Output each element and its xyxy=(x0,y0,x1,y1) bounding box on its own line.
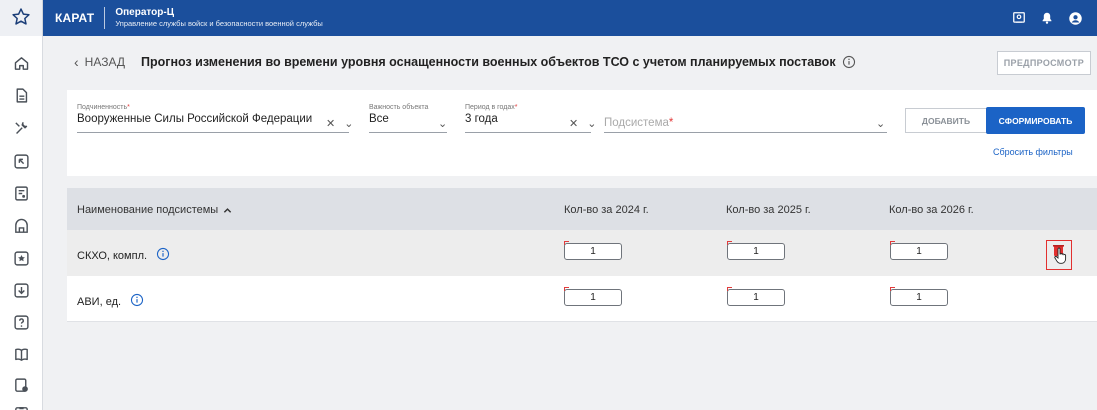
top-bar: КАРАТ Оператор-Ц Управление службы войск… xyxy=(0,0,1097,36)
back-label: НАЗАД xyxy=(84,55,125,69)
generate-button[interactable]: СФОРМИРОВАТЬ xyxy=(986,107,1085,134)
clipboard-icon[interactable] xyxy=(12,404,30,410)
column-name-header[interactable]: Наименование подсистемы xyxy=(77,204,232,216)
quantity-2026-input[interactable]: 1 xyxy=(890,287,948,306)
period-value: 3 года xyxy=(465,113,498,125)
subordination-filter[interactable]: Подчиненность* Вооруженные Силы Российск… xyxy=(77,104,312,125)
left-navigation xyxy=(0,36,43,410)
period-underline xyxy=(465,132,591,133)
filter-panel: Подчиненность* Вооруженные Силы Российск… xyxy=(67,90,1097,176)
period-filter[interactable]: Период в годах* 3 года xyxy=(465,104,518,125)
delete-row-button[interactable] xyxy=(1046,240,1072,270)
star-icon xyxy=(11,7,31,30)
chevron-left-icon: ‹ xyxy=(74,54,79,70)
brand-divider xyxy=(104,7,106,29)
table-row[interactable]: АВИ, ед. 1 1 1 xyxy=(67,276,1097,322)
subsystem-underline xyxy=(604,132,887,133)
subsystem-input[interactable]: Подсистема* xyxy=(604,117,673,129)
preview-button[interactable]: ПРЕДПРОСМОТР xyxy=(996,51,1091,75)
clear-icon[interactable]: ✕ xyxy=(569,117,578,130)
subordination-underline xyxy=(77,132,349,133)
importance-filter[interactable]: Важность объекта Все xyxy=(369,104,428,125)
home-icon[interactable] xyxy=(12,54,30,72)
column-2025-header: Кол-во за 2025 г. xyxy=(726,204,811,216)
subordination-value: Вооруженные Силы Российской Федерации xyxy=(77,113,313,125)
delete-icon xyxy=(1053,245,1067,264)
page-header: ‹ НАЗАД Прогноз изменения во времени уро… xyxy=(44,36,1097,88)
row-name: АВИ, ед. xyxy=(77,295,122,308)
add-button[interactable]: ДОБАВИТЬ xyxy=(905,108,987,133)
subsystem-placeholder: Подсистема xyxy=(604,117,669,129)
chevron-down-icon[interactable]: ⌄ xyxy=(876,117,885,130)
clear-icon[interactable]: ✕ xyxy=(326,117,335,130)
row-name-cell: АВИ, ед. xyxy=(77,293,144,310)
row-name-cell: СКХО, компл. xyxy=(77,247,170,264)
column-2024-header: Кол-во за 2024 г. xyxy=(564,204,649,216)
book-icon[interactable] xyxy=(12,345,30,363)
chevron-down-icon[interactable]: ⌄ xyxy=(587,117,596,130)
download-box-icon[interactable] xyxy=(12,281,30,299)
subsystem-controls: ⌄ xyxy=(876,117,885,130)
app-name: Оператор-Ц xyxy=(115,7,175,18)
document-icon[interactable] xyxy=(12,86,30,104)
app-title: Оператор-Ц Управление службы войск и без… xyxy=(115,7,322,29)
quantity-2024-input[interactable]: 1 xyxy=(564,287,622,306)
help-box-icon[interactable] xyxy=(12,313,30,331)
quantity-2024-input[interactable]: 1 xyxy=(564,241,622,260)
chevron-down-icon[interactable]: ⌄ xyxy=(344,117,353,130)
brand-logo[interactable]: КАРАТ xyxy=(55,11,94,25)
chevron-down-icon[interactable]: ⌄ xyxy=(438,117,447,130)
reset-filters-link[interactable]: Сбросить фильтры xyxy=(993,147,1073,157)
table-row[interactable]: СКХО, компл. 1 1 1 xyxy=(67,230,1097,276)
screen-icon[interactable] xyxy=(1012,11,1026,25)
subordination-controls: ✕ ⌄ xyxy=(326,117,353,130)
quantity-2026-input[interactable]: 1 xyxy=(890,241,948,260)
back-button[interactable]: ‹ НАЗАД xyxy=(74,54,125,70)
user-circle-icon[interactable] xyxy=(1068,11,1083,26)
info-icon[interactable] xyxy=(130,293,144,310)
importance-controls: ⌄ xyxy=(438,117,447,130)
settings-doc-icon[interactable] xyxy=(12,376,30,394)
info-icon[interactable] xyxy=(156,247,170,264)
importance-value: Все xyxy=(369,113,389,125)
period-label: Период в годах* xyxy=(465,104,518,111)
page-title: Прогноз изменения во времени уровня осна… xyxy=(140,55,836,69)
period-controls: ✕ ⌄ xyxy=(569,117,596,130)
subordination-label: Подчиненность* xyxy=(77,104,130,111)
app-subtitle: Управление службы войск и безопасности в… xyxy=(115,19,323,28)
favorites-button[interactable] xyxy=(0,0,43,36)
archive-icon[interactable] xyxy=(12,217,30,235)
subsystem-table: Наименование подсистемы Кол-во за 2024 г… xyxy=(67,188,1097,322)
bell-icon[interactable] xyxy=(1040,11,1054,25)
column-2026-header: Кол-во за 2026 г. xyxy=(889,204,974,216)
importance-label: Важность объекта xyxy=(369,104,429,111)
user-doc-icon[interactable] xyxy=(12,184,30,202)
quantity-2025-input[interactable]: 1 xyxy=(727,241,785,260)
table-header: Наименование подсистемы Кол-во за 2024 г… xyxy=(67,188,1097,230)
info-icon[interactable] xyxy=(842,55,856,69)
importance-underline xyxy=(369,132,447,133)
arrow-box-icon[interactable] xyxy=(12,152,30,170)
row-name: СКХО, компл. xyxy=(77,249,148,262)
quantity-2025-input[interactable]: 1 xyxy=(727,287,785,306)
tools-icon[interactable] xyxy=(12,119,30,137)
star-box-icon[interactable] xyxy=(12,249,30,267)
sort-asc-icon xyxy=(224,207,232,213)
